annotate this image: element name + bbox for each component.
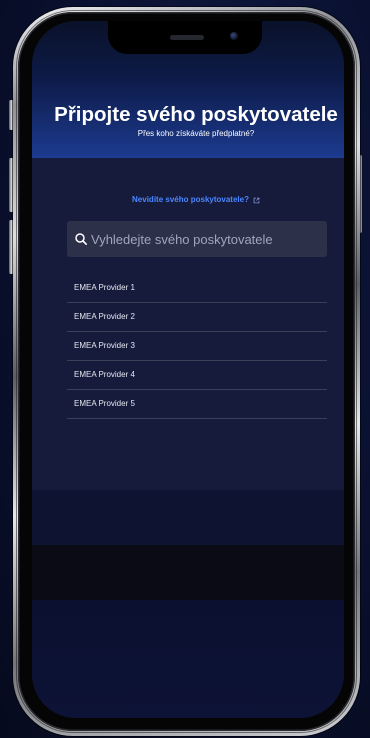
provider-panel: Nevidíte svého poskytovatele? EMEA Provi… <box>32 158 344 490</box>
search-field[interactable] <box>67 221 327 257</box>
page-subtitle: Přes koho získáváte předplatné? <box>137 129 255 138</box>
provider-label: EMEA Provider 4 <box>74 370 135 379</box>
search-input[interactable] <box>91 221 321 257</box>
provider-item[interactable]: EMEA Provider 5 <box>67 390 327 419</box>
connect-provider-view: Připojte svého poskytovatele Přes koho z… <box>32 21 344 718</box>
provider-item[interactable]: EMEA Provider 1 <box>67 274 327 303</box>
phone-screen: Připojte svého poskytovatele Přes koho z… <box>32 21 344 718</box>
provider-item[interactable]: EMEA Provider 3 <box>67 332 327 361</box>
speaker-grille <box>170 35 204 40</box>
camera-icon <box>230 32 238 40</box>
notch <box>108 21 262 54</box>
provider-item[interactable]: EMEA Provider 2 <box>67 303 327 332</box>
provider-label: EMEA Provider 5 <box>74 399 135 408</box>
provider-label: EMEA Provider 2 <box>74 312 135 321</box>
external-link-icon <box>253 197 260 203</box>
search-icon <box>75 233 87 245</box>
help-link-row: Nevidíte svého poskytovatele? <box>32 193 344 205</box>
provider-item[interactable]: EMEA Provider 4 <box>67 361 327 390</box>
provider-label: EMEA Provider 3 <box>74 341 135 350</box>
page-title: Připojte svého poskytovatele <box>54 103 338 126</box>
provider-list: EMEA Provider 1 EMEA Provider 2 EMEA Pro… <box>67 274 327 419</box>
provider-label: EMEA Provider 1 <box>74 283 135 292</box>
missing-provider-link[interactable]: Nevidíte svého poskytovatele? <box>132 195 260 205</box>
missing-provider-link-label: Nevidíte svého poskytovatele? <box>132 195 249 204</box>
